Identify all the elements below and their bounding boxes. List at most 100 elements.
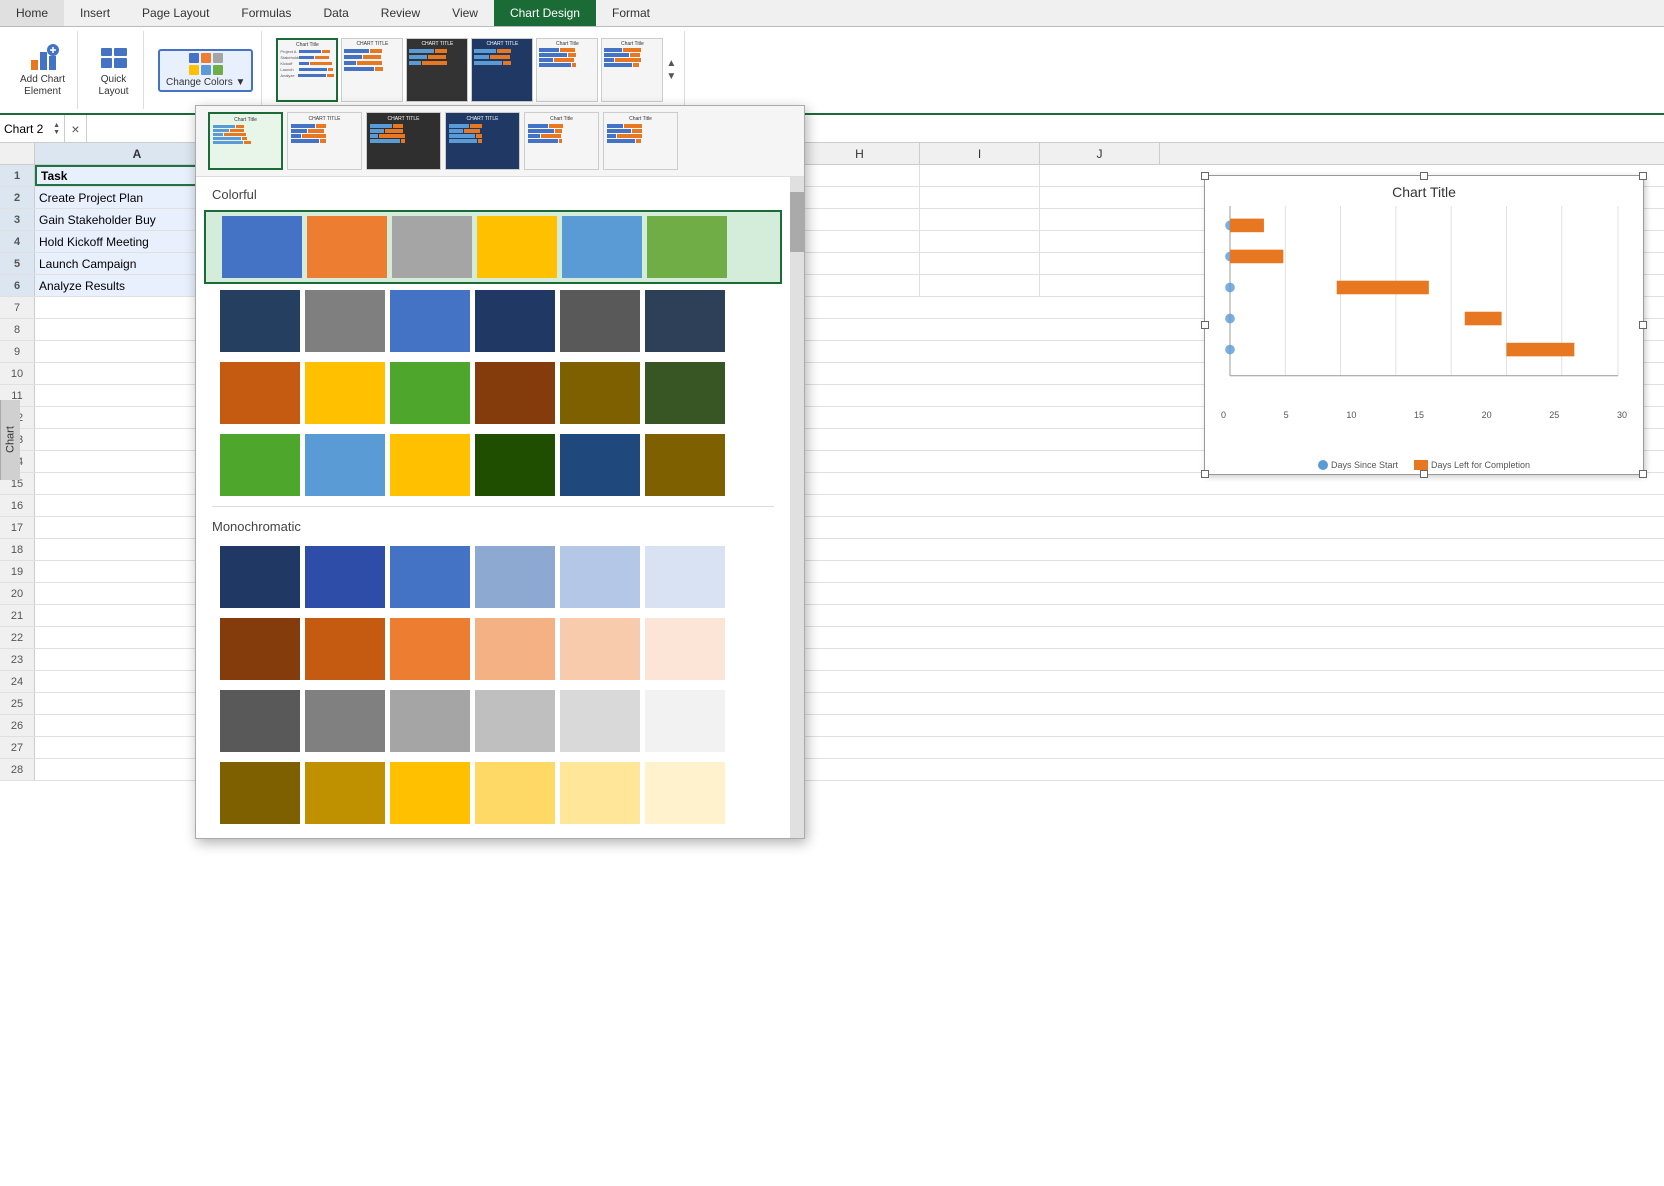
color-cell-c3-6[interactable] (645, 362, 725, 424)
color-cell-m4-2[interactable] (305, 762, 385, 824)
color-cell-c2-5[interactable] (560, 290, 640, 352)
color-cell-c2-6[interactable] (645, 290, 725, 352)
chart-handle-top-mid[interactable] (1420, 172, 1428, 180)
cell-i6[interactable] (920, 275, 1040, 296)
color-picker-scrollbar[interactable] (790, 177, 804, 838)
color-cell-c1-3[interactable] (392, 216, 472, 278)
tab-formulas[interactable]: Formulas (225, 0, 307, 26)
chart-handle-bot-left[interactable] (1201, 470, 1209, 478)
chart-style-3[interactable]: CHART TITLE (406, 38, 468, 102)
add-chart-element-button[interactable]: Add ChartElement (16, 40, 69, 100)
color-cell-c1-1[interactable] (222, 216, 302, 278)
chart-styles-scroll-right[interactable]: ▲ ▼ (666, 58, 676, 82)
color-cell-m1-6[interactable] (645, 546, 725, 608)
color-cell-c2-1[interactable] (220, 290, 300, 352)
color-cell-m1-1[interactable] (220, 546, 300, 608)
tab-data[interactable]: Data (307, 0, 364, 26)
chart-handle-top-left[interactable] (1201, 172, 1209, 180)
color-cell-m3-6[interactable] (645, 690, 725, 752)
scrollbar-thumb[interactable] (790, 192, 804, 252)
color-cell-m4-5[interactable] (560, 762, 640, 824)
chart-thumb-2[interactable]: CHART TITLE (287, 112, 362, 170)
color-cell-m3-3[interactable] (390, 690, 470, 752)
cell-i1[interactable] (920, 165, 1040, 186)
tab-chart-design[interactable]: Chart Design (494, 0, 596, 26)
color-cell-c1-5[interactable] (562, 216, 642, 278)
col-header-i[interactable]: I (920, 143, 1040, 164)
color-cell-c1-4[interactable] (477, 216, 557, 278)
color-cell-c1-2[interactable] (307, 216, 387, 278)
col-header-j[interactable]: J (1040, 143, 1160, 164)
color-cell-c3-3[interactable] (390, 362, 470, 424)
chart-style-5[interactable]: Chart Title (536, 38, 598, 102)
color-cell-c4-4[interactable] (475, 434, 555, 496)
tab-home[interactable]: Home (0, 0, 64, 26)
tab-view[interactable]: View (436, 0, 494, 26)
color-cell-m2-2[interactable] (305, 618, 385, 680)
chart-thumb-3[interactable]: CHART TITLE (366, 112, 441, 170)
color-cell-c3-1[interactable] (220, 362, 300, 424)
name-box-down-arrow[interactable]: ▼ (53, 129, 60, 136)
cell-h3[interactable] (800, 209, 920, 230)
chart-handle-bot-mid[interactable] (1420, 470, 1428, 478)
cell-i5[interactable] (920, 253, 1040, 274)
cell-i4[interactable] (920, 231, 1040, 252)
color-cell-m3-5[interactable] (560, 690, 640, 752)
color-cell-c4-1[interactable] (220, 434, 300, 496)
cell-h1[interactable] (800, 165, 920, 186)
color-cell-m1-4[interactable] (475, 546, 555, 608)
tab-format[interactable]: Format (596, 0, 666, 26)
color-cell-m4-6[interactable] (645, 762, 725, 824)
change-colors-button[interactable]: Change Colors ▼ (158, 49, 253, 92)
chart-thumb-6[interactable]: Chart Title (603, 112, 678, 170)
color-cell-c4-3[interactable] (390, 434, 470, 496)
tab-insert[interactable]: Insert (64, 0, 126, 26)
color-cell-m3-1[interactable] (220, 690, 300, 752)
cell-h2[interactable] (800, 187, 920, 208)
cell-h4[interactable] (800, 231, 920, 252)
color-cell-m4-4[interactable] (475, 762, 555, 824)
cell-i3[interactable] (920, 209, 1040, 230)
color-cell-m2-4[interactable] (475, 618, 555, 680)
color-cell-c4-2[interactable] (305, 434, 385, 496)
chart-thumb-4[interactable]: CHART TITLE (445, 112, 520, 170)
col-header-h[interactable]: H (800, 143, 920, 164)
color-cell-c3-5[interactable] (560, 362, 640, 424)
chart-style-6[interactable]: Chart Title (601, 38, 663, 102)
cell-h5[interactable] (800, 253, 920, 274)
color-cell-m2-1[interactable] (220, 618, 300, 680)
chart-style-2[interactable]: CHART TITLE (341, 38, 403, 102)
color-cell-m1-3[interactable] (390, 546, 470, 608)
color-cell-c1-6[interactable] (647, 216, 727, 278)
color-cell-m2-3[interactable] (390, 618, 470, 680)
color-cell-m4-3[interactable] (390, 762, 470, 824)
color-cell-m3-2[interactable] (305, 690, 385, 752)
color-cell-m1-5[interactable] (560, 546, 640, 608)
chart-thumb-1[interactable]: Chart Title (208, 112, 283, 170)
color-cell-c3-2[interactable] (305, 362, 385, 424)
color-cell-m1-2[interactable] (305, 546, 385, 608)
color-cell-m2-6[interactable] (645, 618, 725, 680)
quick-layout-button[interactable]: QuickLayout (94, 40, 134, 100)
cell-i2[interactable] (920, 187, 1040, 208)
color-cell-c4-5[interactable] (560, 434, 640, 496)
chart-handle-top-right[interactable] (1639, 172, 1647, 180)
name-box-up-arrow[interactable]: ▲ (53, 122, 60, 129)
chart-style-1[interactable]: Chart Title Project A Stakeholder Kickof… (276, 38, 338, 102)
name-box-close[interactable]: × (65, 115, 87, 143)
color-cell-c2-2[interactable] (305, 290, 385, 352)
color-cell-m3-4[interactable] (475, 690, 555, 752)
name-box[interactable]: Chart 2 ▲ ▼ (0, 115, 65, 142)
color-cell-c2-3[interactable] (390, 290, 470, 352)
chart-thumb-5[interactable]: Chart Title (524, 112, 599, 170)
tab-page-layout[interactable]: Page Layout (126, 0, 225, 26)
tab-review[interactable]: Review (365, 0, 436, 26)
cell-h6[interactable] (800, 275, 920, 296)
color-cell-m4-1[interactable] (220, 762, 300, 824)
chart-style-4[interactable]: CHART TITLE (471, 38, 533, 102)
color-cell-c2-4[interactable] (475, 290, 555, 352)
color-cell-m2-5[interactable] (560, 618, 640, 680)
chart-handle-bot-right[interactable] (1639, 470, 1647, 478)
color-cell-c3-4[interactable] (475, 362, 555, 424)
embedded-chart[interactable]: Chart Title 051015202530 (1204, 175, 1644, 475)
